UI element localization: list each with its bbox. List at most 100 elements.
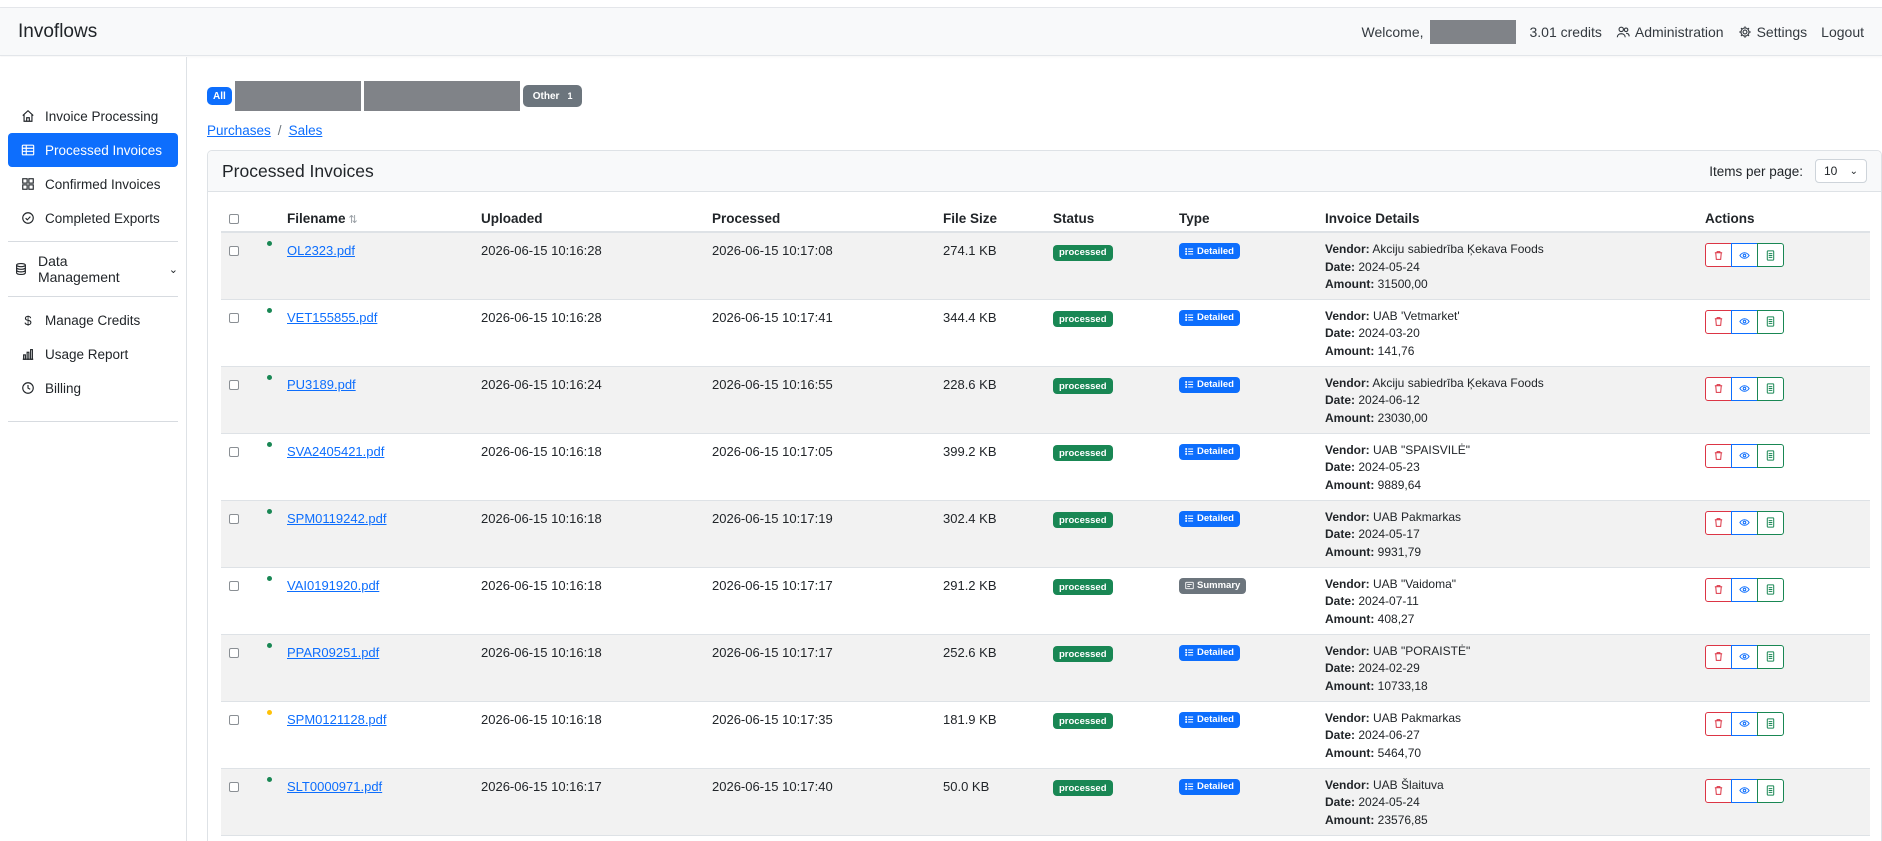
action-buttons [1705, 577, 1870, 602]
export-button[interactable] [1757, 443, 1784, 468]
breadcrumb-sales-link[interactable]: Sales [289, 123, 323, 138]
sidebar-item-invoice-processing[interactable]: Invoice Processing [8, 99, 178, 133]
home-icon [22, 109, 34, 122]
detail-label: Date: [1325, 594, 1356, 608]
view-button[interactable] [1731, 778, 1758, 803]
trash-icon [1714, 451, 1723, 460]
delete-button[interactable] [1705, 243, 1732, 267]
actions-cell [1697, 500, 1870, 568]
detail-label: Amount: [1325, 745, 1375, 760]
invoice-details: Vendor: UAB "Vaidoma" Date: 2024-07-11 Amo… [1325, 576, 1697, 629]
sidebar-item-processed-invoices[interactable]: Processed Invoices [8, 133, 178, 167]
status-dot [267, 307, 272, 313]
export-button[interactable] [1757, 644, 1784, 669]
sidebar-item-manage-credits[interactable]: $ Manage Credits [8, 303, 178, 337]
filename-link[interactable]: SPM0121128.pdf [287, 712, 387, 727]
spreadsheet-icon [1766, 785, 1775, 796]
invoice-details-cell: Vendor: Akciju sabiedrība Ķekava Foods Da… [1317, 232, 1697, 300]
type-badge: Detailed [1179, 711, 1240, 728]
view-button[interactable] [1731, 443, 1758, 468]
sort-icon[interactable]: ⇅ [349, 214, 358, 226]
sidebar-item-billing[interactable]: Billing [8, 371, 178, 405]
filename-link[interactable]: VET155855.pdf [287, 310, 377, 325]
view-button[interactable] [1731, 577, 1758, 602]
vendor-value: Akciju sabiedrība Ķekava Foods [1372, 242, 1544, 256]
spreadsheet-icon [1766, 517, 1775, 528]
view-button[interactable] [1731, 309, 1758, 334]
redacted-filter-pill[interactable] [234, 81, 361, 111]
row-checkbox[interactable] [229, 246, 239, 256]
status-badge: processed [1053, 378, 1113, 394]
settings-link[interactable]: Settings [1738, 24, 1807, 40]
view-button[interactable] [1731, 376, 1758, 401]
filter-other-pill[interactable]: Other 1 [522, 85, 583, 107]
row-checkbox[interactable] [229, 513, 239, 524]
export-button[interactable] [1757, 510, 1784, 535]
delete-button[interactable] [1705, 443, 1732, 468]
processed-cell: 2026-06-15 10:17:35 [704, 701, 935, 769]
administration-link[interactable]: Administration [1616, 24, 1724, 40]
list-icon [1185, 514, 1194, 523]
delete-button[interactable] [1705, 644, 1732, 669]
detail-label: Amount: [1325, 678, 1375, 693]
view-button[interactable] [1731, 711, 1758, 736]
view-button[interactable] [1731, 510, 1758, 535]
export-button[interactable] [1757, 778, 1784, 803]
filename-link[interactable]: SPM0119242.pdf [287, 511, 387, 526]
row-checkbox[interactable] [229, 647, 239, 658]
export-button[interactable] [1757, 577, 1784, 602]
row-checkbox[interactable] [229, 580, 239, 591]
processed-cell: 2026-06-15 10:17:41 [704, 299, 935, 367]
delete-button[interactable] [1705, 309, 1732, 334]
detail-label: Date: [1325, 728, 1356, 742]
row-checkbox[interactable] [229, 312, 239, 323]
filename-link[interactable]: PU3189.pdf [287, 377, 356, 392]
delete-button[interactable] [1705, 577, 1732, 602]
row-checkbox[interactable] [229, 781, 239, 792]
sidebar-item-completed-exports[interactable]: Completed Exports [8, 201, 178, 235]
export-button[interactable] [1757, 309, 1784, 334]
filename-link[interactable]: SLT0000971.pdf [287, 779, 382, 794]
delete-button[interactable] [1705, 510, 1732, 535]
filename-link[interactable]: SVA2405421.pdf [287, 444, 384, 459]
filter-other-label: Other [532, 90, 560, 102]
delete-button[interactable] [1705, 711, 1732, 736]
detail-label: Amount: [1325, 343, 1375, 358]
type-cell: Detailed [1171, 701, 1317, 769]
delete-button[interactable] [1705, 778, 1732, 803]
type-label: Detailed [1197, 245, 1234, 257]
filter-all-pill[interactable]: All [207, 87, 232, 105]
app-brand[interactable]: Invoflows [18, 21, 97, 43]
row-checkbox[interactable] [229, 379, 239, 390]
filename-link[interactable]: VAI0191920.pdf [287, 578, 379, 593]
sidebar-group-data-management[interactable]: Data Management ⌄ [8, 248, 178, 290]
detail-label: Vendor: [1325, 643, 1370, 658]
column-header-filename[interactable]: Filename ⇅ [279, 206, 473, 233]
sidebar-item-usage-report[interactable]: Usage Report [8, 337, 178, 371]
amount-value: 5464,70 [1377, 745, 1422, 760]
view-button[interactable] [1731, 644, 1758, 669]
select-all-checkbox[interactable] [229, 213, 239, 224]
export-button[interactable] [1757, 243, 1784, 267]
export-button[interactable] [1757, 376, 1784, 401]
logout-link[interactable]: Logout [1821, 24, 1864, 40]
sidebar-divider [8, 421, 178, 422]
invoice-details-cell: Vendor: UAB Pakmarkas Date: 2024-05-17 Amo… [1317, 500, 1697, 568]
column-header-file-size: File Size [935, 206, 1045, 233]
redacted-filter-pill[interactable] [363, 81, 520, 111]
detail-label: Date: [1325, 661, 1356, 675]
filename-link[interactable]: OL2323.pdf [287, 243, 355, 258]
row-checkbox[interactable] [229, 446, 239, 457]
delete-button[interactable] [1705, 376, 1732, 401]
breadcrumb-purchases-link[interactable]: Purchases [207, 123, 271, 138]
export-button[interactable] [1757, 711, 1784, 736]
view-button[interactable] [1731, 243, 1758, 267]
filename-cell: SVA2405421.pdf [279, 433, 473, 501]
filename-link[interactable]: PPAR09251.pdf [287, 645, 379, 660]
date-value: 2024-02-29 [1358, 661, 1420, 675]
row-checkbox[interactable] [229, 714, 239, 725]
sidebar-item-confirmed-invoices[interactable]: Confirmed Invoices [8, 167, 178, 201]
uploaded-cell: 2026-06-15 10:16:18 [473, 701, 704, 769]
items-per-page-select[interactable]: 10 ⌄ [1815, 159, 1867, 183]
date-value: 2024-03-20 [1358, 326, 1420, 340]
